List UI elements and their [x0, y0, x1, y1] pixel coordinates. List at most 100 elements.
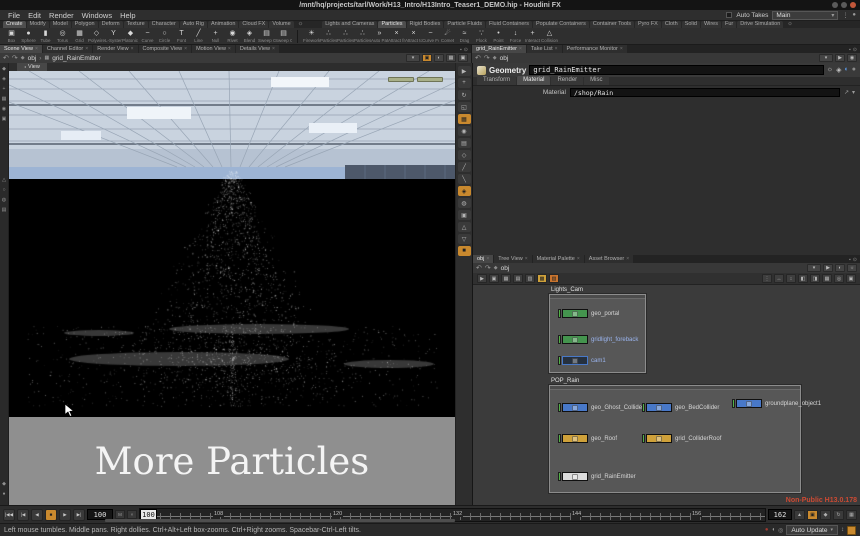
timeline-scrollbar[interactable]	[105, 519, 455, 522]
shelf-gear-icon[interactable]: ☼	[784, 21, 796, 28]
viewport-tool-icon[interactable]: ◉	[458, 126, 471, 136]
node-body[interactable]	[736, 399, 762, 408]
shelf-tab[interactable]: Wires	[701, 21, 721, 28]
notify-icon[interactable]: ●	[852, 12, 856, 18]
network-breadcrumb[interactable]: obj	[501, 265, 510, 272]
shelf-tab[interactable]: Solid	[682, 21, 700, 28]
network-node[interactable]: gridlight_foreback	[558, 334, 638, 345]
shelf-tab[interactable]: Create	[3, 21, 26, 28]
shelf-tool[interactable]: ◈ Blend	[241, 30, 258, 43]
auto-update-button[interactable]: Auto Update ▾	[786, 525, 838, 535]
pane-tab[interactable]: Tree View ×	[494, 255, 531, 263]
left-tool-icon[interactable]: ◆	[2, 482, 6, 487]
shelf-tool[interactable]: ▣ Box	[3, 30, 20, 43]
network-path-icon[interactable]: ▾	[807, 264, 821, 272]
left-tool-icon[interactable]: ▦	[2, 97, 7, 102]
status-icon[interactable]: ●	[765, 527, 769, 534]
shelf-tool[interactable]: ▤ Sweep Ch...	[258, 30, 275, 43]
param-header-icon[interactable]: ◈	[836, 66, 841, 74]
network-tool-icon[interactable]: ◨	[810, 274, 820, 283]
playbar-option-icon[interactable]: ▲	[794, 510, 805, 520]
left-tool-icon[interactable]: ◉	[2, 107, 6, 112]
network-tool-icon[interactable]: ↔	[774, 274, 784, 283]
node-body[interactable]	[646, 403, 672, 412]
playbar-mini-button[interactable]: ×	[127, 510, 137, 519]
params-path-icon[interactable]: ▶	[835, 54, 845, 62]
network-node[interactable]: groundplane_object1	[732, 398, 821, 409]
pane-tab[interactable]: Performance Monitor ×	[563, 45, 627, 53]
viewport-path-icon[interactable]: ▣	[458, 54, 468, 62]
viewport-camera-button[interactable]	[417, 77, 443, 82]
transport-button[interactable]: ▶	[59, 509, 71, 521]
viewport-tool-icon[interactable]: ◱	[458, 102, 471, 112]
network-tool-icon[interactable]: ⋮	[762, 274, 772, 283]
material-field-icon[interactable]: ▾	[852, 89, 855, 96]
shelf-tool[interactable]: + Interact	[524, 30, 541, 43]
shelf-tool[interactable]: ~ Curve Force	[422, 30, 439, 43]
close-tab-icon[interactable]: ×	[131, 45, 134, 53]
auto-takes-checkbox[interactable]	[726, 12, 732, 18]
shelf-tool[interactable]: ≈ Drag	[456, 30, 473, 43]
node-flag[interactable]	[558, 403, 561, 412]
pane-tab[interactable]: grid_RainEmitter ×	[472, 45, 526, 53]
viewport-tool-icon[interactable]: ╲	[458, 174, 471, 184]
viewport-tool-icon[interactable]: ■	[458, 246, 471, 256]
update-spinner-icon[interactable]: ↕	[841, 527, 844, 533]
forward-icon[interactable]: ↷	[12, 54, 18, 62]
forward-icon[interactable]: ↷	[484, 54, 490, 62]
network-tool-icon[interactable]: ◧	[798, 274, 808, 283]
transport-button[interactable]: |◀	[17, 509, 29, 521]
view-tab[interactable]: ◂ View	[17, 63, 47, 71]
shelf-tool[interactable]: ~ Curve	[139, 30, 156, 43]
node-flag[interactable]	[642, 434, 645, 443]
shelf-tool[interactable]: + Null	[207, 30, 224, 43]
shelf-tool[interactable]: T Font	[173, 30, 190, 43]
pane-tab[interactable]: Composite View ×	[139, 45, 192, 53]
shelf-tab[interactable]: Auto Rig	[180, 21, 207, 28]
shelf-tool[interactable]: ◆ Platonic S...	[122, 30, 139, 43]
menu-item[interactable]: Windows	[78, 11, 116, 20]
network-tool-icon[interactable]: ▣	[489, 274, 499, 283]
viewport-path-icon[interactable]: ▾	[406, 54, 420, 62]
shelf-tool[interactable]: × Attract fro...	[388, 30, 405, 43]
node-body[interactable]	[562, 472, 588, 481]
shelf-tool[interactable]: ∴ Particles fr...	[320, 30, 337, 43]
left-tool-icon[interactable]: ▤	[2, 208, 7, 213]
close-tab-icon[interactable]: ×	[555, 45, 558, 53]
left-tool-icon[interactable]: +	[3, 87, 6, 92]
pane-tab[interactable]: Render View ×	[93, 45, 137, 53]
shelf-tab[interactable]: Deform	[99, 21, 123, 28]
shelf-tab[interactable]: Rigid Bodies	[407, 21, 444, 28]
shelf-tab[interactable]: Polygon	[72, 21, 98, 28]
shelf-tool[interactable]: ● Sphere	[20, 30, 37, 43]
viewport-path-icon[interactable]: ▣	[422, 54, 432, 62]
shelf-tool[interactable]: ☄ Comet	[439, 30, 456, 43]
node-flag[interactable]	[558, 309, 561, 318]
viewport-tool-icon[interactable]: △	[458, 222, 471, 232]
parameter-tab[interactable]: Material	[517, 76, 550, 85]
material-path-field[interactable]: /shop/Rain	[570, 88, 840, 97]
network-tool-icon[interactable]: ↕	[786, 274, 796, 283]
shelf-tool[interactable]: ○ Circle	[156, 30, 173, 43]
network-box-pop-rain[interactable]: POP_Rain geo_Ghost_Collider geo_BedColli…	[549, 385, 801, 493]
close-tab-icon[interactable]: ×	[184, 45, 187, 53]
parameter-tab[interactable]: Transform	[477, 76, 516, 85]
breadcrumb-root[interactable]: obj	[500, 55, 509, 62]
network-tool-icon[interactable]: ▩	[537, 274, 547, 283]
network-node[interactable]: geo_Roof	[558, 433, 617, 444]
shelf-tool[interactable]: ↓ Force	[507, 30, 524, 43]
node-flag[interactable]	[732, 399, 735, 408]
network-tool-icon[interactable]: ▨	[549, 274, 559, 283]
viewport-path-icon[interactable]: ▦	[446, 54, 456, 62]
playbar-option-icon[interactable]: ◆	[820, 510, 831, 520]
network-box-lights-cam[interactable]: Lights_Cam geo_portal gridlight_foreback	[549, 294, 646, 373]
left-tool-icon[interactable]: ○	[2, 188, 5, 193]
shelf-tab[interactable]: Lights and Cameras	[322, 21, 377, 28]
shelf-tool[interactable]: ▮ Tube	[37, 30, 54, 43]
shelf-tab[interactable]: Model	[50, 21, 71, 28]
parameter-tab[interactable]: Misc	[584, 76, 608, 85]
viewport-tool-icon[interactable]: ◇	[458, 150, 471, 160]
shelf-tool[interactable]: ◇ Polywire	[88, 30, 105, 43]
network-node[interactable]: cam1	[558, 355, 606, 366]
node-body[interactable]	[562, 309, 588, 318]
